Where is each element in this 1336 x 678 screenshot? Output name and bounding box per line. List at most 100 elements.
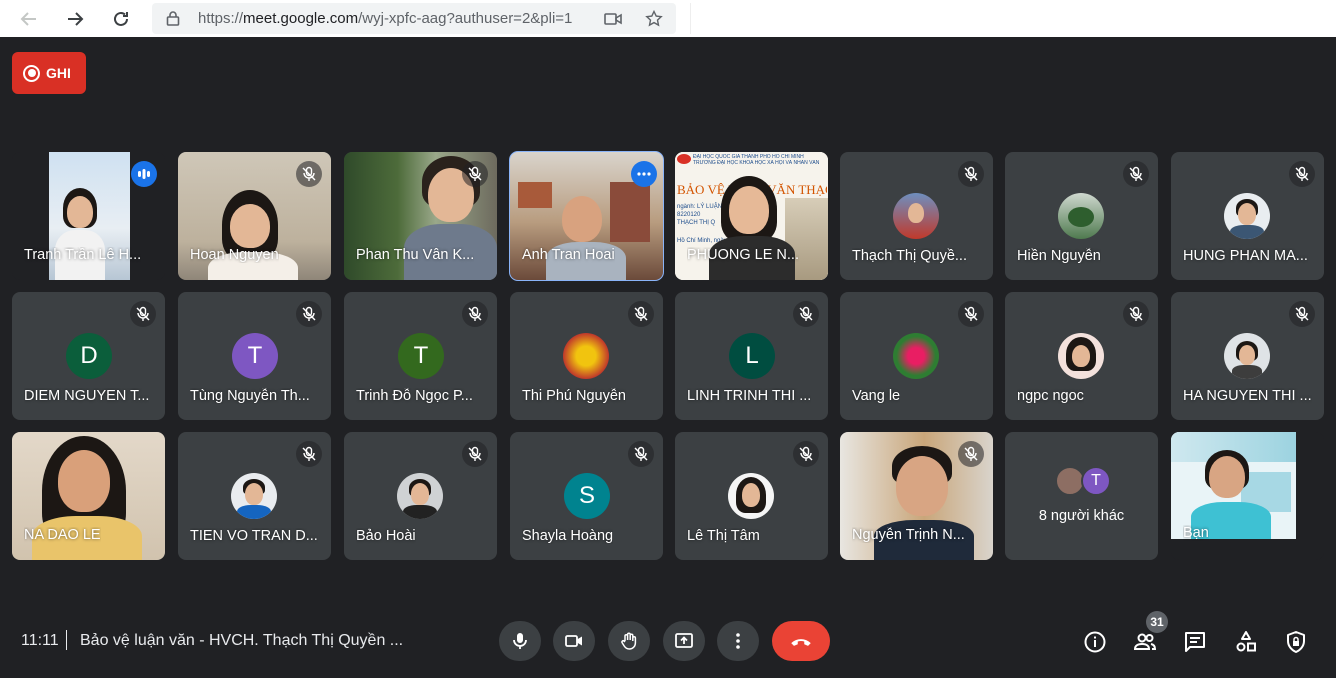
activities-button[interactable] <box>1232 628 1260 656</box>
chat-button[interactable] <box>1181 628 1209 656</box>
muted-mic-icon <box>130 301 156 327</box>
participant-tile[interactable]: NA DAO LE <box>12 432 165 560</box>
participant-name: TIEN VO TRAN D... <box>190 528 318 544</box>
url-host: meet.google.com <box>243 10 359 27</box>
participant-tile[interactable]: Hiền Nguyễn <box>1005 152 1158 280</box>
participant-name: Shayla Hoàng <box>522 528 614 544</box>
participant-avatar <box>563 333 609 379</box>
camera-button[interactable] <box>553 621 595 661</box>
raise-hand-button[interactable] <box>608 621 650 661</box>
participant-avatar: T <box>398 333 444 379</box>
participant-name: Nguyễn Trịnh N... <box>852 527 965 543</box>
participant-name: Bảo Hoài <box>356 528 416 544</box>
participant-avatar <box>893 193 939 239</box>
participant-name: Hiền Nguyễn <box>1017 248 1101 264</box>
participant-tile[interactable]: D DIEM NGUYEN T... <box>12 292 165 420</box>
muted-mic-icon <box>462 441 488 467</box>
url-path: /wyj-xpfc-aag?authuser=2&pli=1 <box>358 10 573 27</box>
muted-mic-icon <box>958 161 984 187</box>
participant-tile[interactable]: Hoan Nguyen <box>178 152 331 280</box>
reload-icon[interactable] <box>108 6 134 32</box>
participant-tile[interactable]: HA NGUYEN THI ... <box>1171 292 1324 420</box>
participant-tile[interactable]: Bảo Hoài <box>344 432 497 560</box>
url-prefix: https:// <box>198 10 244 27</box>
muted-mic-icon <box>296 441 322 467</box>
back-arrow-icon[interactable] <box>16 6 42 32</box>
participant-name: Thạch Thị Quyề... <box>852 248 967 264</box>
participant-name: ngpc ngoc <box>1017 388 1084 404</box>
bookmark-star-icon[interactable] <box>645 10 663 28</box>
participant-tile[interactable]: Thi Phú Nguyễn <box>510 292 663 420</box>
participant-name: Anh Tran Hoai <box>522 247 615 263</box>
participant-tile[interactable]: HUNG PHAN MA... <box>1171 152 1324 280</box>
participant-tile[interactable]: Lê Thị Tâm <box>675 432 828 560</box>
participant-tile[interactable]: ĐẠI HỌC QUỐC GIA THÀNH PHỐ HỒ CHÍ MINH T… <box>675 152 828 280</box>
microphone-icon <box>513 633 527 649</box>
microphone-button[interactable] <box>499 621 541 661</box>
meeting-details-button[interactable] <box>1081 628 1109 656</box>
slide-banner-line2: TRƯỜNG ĐẠI HỌC KHOA HỌC XÃ HỘI VÀ NHÂN V… <box>693 160 820 166</box>
leave-call-button[interactable] <box>772 621 830 661</box>
muted-mic-icon <box>462 161 488 187</box>
muted-mic-icon <box>1123 301 1149 327</box>
forward-arrow-icon[interactable] <box>62 6 88 32</box>
participant-tile[interactable]: TIEN VO TRAN D... <box>178 432 331 560</box>
camera-indicator-icon[interactable] <box>604 10 622 28</box>
participant-name: Trinh Đỗ Ngọc P... <box>356 388 473 404</box>
participant-tile[interactable]: Thạch Thị Quyề... <box>840 152 993 280</box>
muted-mic-icon <box>1289 161 1315 187</box>
participant-name: PHUONG LE N... <box>687 247 799 263</box>
record-icon <box>23 64 40 82</box>
slide-line5: THẠCH THỊ Q <box>677 220 716 226</box>
self-tile[interactable]: Bạn <box>1171 432 1324 560</box>
participant-name: Phan Thu Vân K... <box>356 247 475 263</box>
bottom-toolbar: 11:11 Bảo vệ luận văn - HVCH. Thạch Thị … <box>0 606 1336 678</box>
more-options-icon[interactable] <box>631 161 657 187</box>
url-text: https://meet.google.com/wyj-xpfc-aag?aut… <box>198 10 572 27</box>
participant-avatar: D <box>66 333 112 379</box>
participant-tile[interactable]: Nguyễn Trịnh N... <box>840 432 993 560</box>
host-controls-button[interactable] <box>1282 628 1310 656</box>
others-tile[interactable]: T 8 người khác <box>1005 432 1158 560</box>
present-icon <box>675 633 693 648</box>
participant-tile[interactable]: Tranh Trần Lê H... <box>12 152 165 280</box>
participant-tile[interactable]: Vang le <box>840 292 993 420</box>
present-screen-button[interactable] <box>663 621 705 661</box>
address-bar[interactable]: https://meet.google.com/wyj-xpfc-aag?aut… <box>152 3 676 34</box>
participant-avatar <box>1224 193 1270 239</box>
muted-mic-icon <box>793 441 819 467</box>
participant-name: Vang le <box>852 388 901 404</box>
others-count: 8 người khác <box>1038 508 1125 524</box>
participant-avatar <box>1058 193 1104 239</box>
participant-tile[interactable]: L LINH TRINH THI ... <box>675 292 828 420</box>
lock-icon <box>166 11 180 26</box>
participant-name: HA NGUYEN THI ... <box>1183 388 1312 404</box>
avatar-letter: T <box>247 342 263 369</box>
participant-avatar: L <box>729 333 775 379</box>
muted-mic-icon <box>462 301 488 327</box>
shield-lock-icon <box>1287 631 1305 653</box>
self-video <box>1171 432 1296 539</box>
muted-mic-icon <box>628 301 654 327</box>
people-icon <box>1133 633 1157 650</box>
participant-name: Hoan Nguyen <box>190 247 279 263</box>
participant-name: Tùng Nguyễn Th... <box>190 388 310 404</box>
participant-name: Lê Thị Tâm <box>687 528 760 544</box>
camera-icon <box>565 635 582 647</box>
participant-tile[interactable]: ngpc ngoc <box>1005 292 1158 420</box>
more-options-button[interactable] <box>717 621 759 661</box>
muted-mic-icon <box>958 441 984 467</box>
participant-tile-active-speaker[interactable]: Anh Tran Hoai <box>509 151 664 281</box>
participant-tile[interactable]: T Trinh Đỗ Ngọc P... <box>344 292 497 420</box>
browser-toolbar: https://meet.google.com/wyj-xpfc-aag?aut… <box>0 0 1336 37</box>
participant-name: DIEM NGUYEN T... <box>24 388 150 404</box>
participant-tile[interactable]: T Tùng Nguyễn Th... <box>178 292 331 420</box>
participant-tile[interactable]: S Shayla Hoàng <box>510 432 663 560</box>
participant-avatar: T <box>232 333 278 379</box>
slide-line3: ngành: LÝ LUẬN <box>677 204 723 210</box>
participant-tile[interactable]: Phan Thu Vân K... <box>344 152 497 280</box>
muted-mic-icon <box>958 301 984 327</box>
hang-up-icon <box>791 639 811 646</box>
info-icon <box>1084 631 1106 653</box>
muted-mic-icon <box>628 441 654 467</box>
